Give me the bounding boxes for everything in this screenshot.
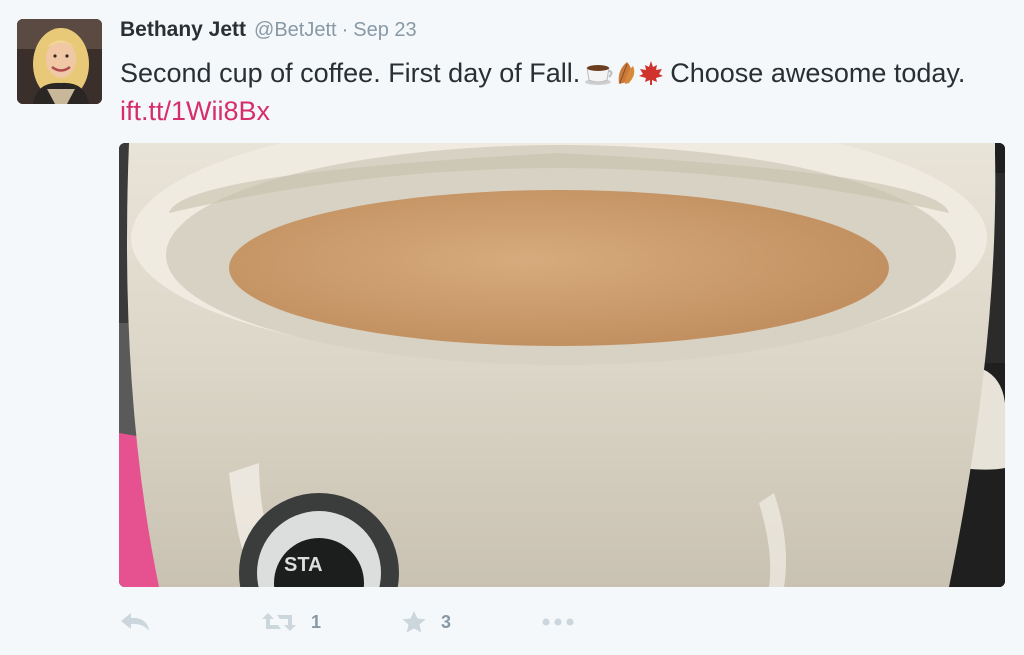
author-handle[interactable]: @BetJett — [254, 19, 337, 42]
tweet-header: Bethany Jett @BetJett · Sep 23 — [120, 18, 417, 48]
star-icon — [402, 611, 426, 633]
avatar-photo — [17, 19, 102, 104]
tweet-timestamp[interactable]: Sep 23 — [353, 19, 416, 42]
more-dots-icon — [542, 618, 574, 626]
tweet-text-end: Choose awesome today. — [670, 58, 966, 88]
tweet-text: Second cup of coffee. First day of Fall.… — [120, 54, 980, 130]
reply-button[interactable] — [119, 605, 153, 639]
coffee-mug-photo: STA — [119, 143, 1005, 587]
svg-text:STA: STA — [284, 554, 323, 576]
author-name[interactable]: Bethany Jett — [120, 18, 246, 42]
more-button[interactable] — [541, 605, 575, 639]
coffee-cup-icon — [585, 65, 613, 85]
tweet-text-start: Second cup of coffee. First day of Fall. — [120, 58, 581, 88]
maple-leaf-icon — [639, 61, 664, 85]
avatar[interactable] — [17, 19, 102, 104]
retweet-button[interactable]: 1 — [261, 605, 321, 639]
emoji-group — [584, 60, 664, 86]
favorite-button[interactable]: 3 — [401, 605, 451, 639]
reply-icon — [121, 613, 149, 631]
favorite-count: 3 — [441, 611, 452, 632]
tweet[interactable]: Bethany Jett @BetJett · Sep 23 Second cu… — [0, 0, 1024, 655]
header-separator: · — [341, 19, 349, 41]
tweet-photo[interactable]: STA — [119, 143, 1005, 587]
tweet-actions: 1 3 — [119, 605, 619, 639]
fallen-leaf-icon — [618, 62, 635, 84]
retweet-icon — [262, 613, 296, 631]
retweet-count: 1 — [311, 611, 322, 632]
tweet-link[interactable]: ift.tt/1Wii8Bx — [120, 96, 270, 126]
